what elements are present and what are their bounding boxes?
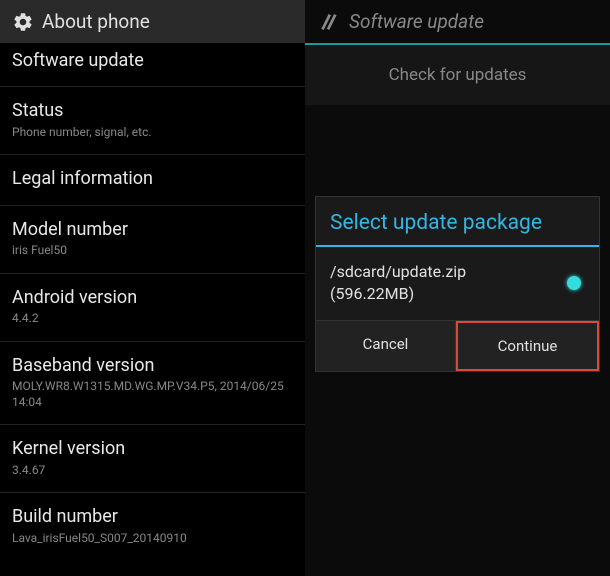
package-size: (596.22MB) — [330, 283, 466, 305]
dialog-body[interactable]: /sdcard/update.zip (596.22MB) — [316, 247, 599, 320]
item-model-number[interactable]: Model number iris Fuel50 — [0, 206, 305, 274]
item-title: Build number — [12, 505, 293, 528]
continue-label: Continue — [498, 337, 558, 355]
item-sub: 4.4.2 — [12, 311, 293, 327]
item-kernel-version[interactable]: Kernel version 3.4.67 — [0, 425, 305, 493]
item-title: Kernel version — [12, 437, 293, 460]
gear-icon — [12, 11, 34, 33]
item-build-number[interactable]: Build number Lava_irisFuel50_S007_201409… — [0, 493, 305, 560]
item-status[interactable]: Status Phone number, signal, etc. — [0, 87, 305, 155]
item-android-version[interactable]: Android version 4.4.2 — [0, 274, 305, 342]
about-phone-header: About phone — [0, 0, 305, 43]
item-title: Baseband version — [12, 354, 293, 377]
item-title: Model number — [12, 218, 293, 241]
item-software-update[interactable]: Software update — [0, 43, 305, 87]
cancel-button[interactable]: Cancel — [316, 321, 456, 371]
dialog-actions: Cancel Continue — [316, 320, 599, 371]
item-title: Status — [12, 99, 293, 122]
header-title: Software update — [349, 10, 484, 33]
continue-button[interactable]: Continue — [456, 321, 599, 371]
item-sub: 3.4.67 — [12, 463, 293, 479]
about-phone-panel: About phone Software update Status Phone… — [0, 0, 305, 576]
item-sub: iris Fuel50 — [12, 243, 293, 259]
package-info: /sdcard/update.zip (596.22MB) — [330, 261, 466, 306]
item-title: Android version — [12, 286, 293, 309]
check-button-label: Check for updates — [389, 65, 527, 85]
item-title: Legal information — [12, 167, 293, 190]
package-path: /sdcard/update.zip — [330, 261, 466, 283]
cancel-label: Cancel — [363, 335, 409, 353]
item-title: Software update — [12, 49, 293, 72]
item-baseband-version[interactable]: Baseband version MOLY.WR8.W1315.MD.WG.MP… — [0, 342, 305, 426]
item-sub: Phone number, signal, etc. — [12, 125, 293, 141]
item-legal[interactable]: Legal information — [0, 155, 305, 205]
dialog-title: Select update package — [316, 197, 599, 247]
item-sub: Lava_irisFuel50_S007_20140910 — [12, 531, 293, 547]
select-package-dialog: Select update package /sdcard/update.zip… — [315, 196, 600, 372]
item-sub: MOLY.WR8.W1315.MD.WG.MP.V34.P5, 2014/06/… — [12, 379, 293, 410]
software-update-header: Software update — [305, 0, 610, 45]
radio-selected-icon[interactable] — [567, 276, 581, 290]
software-update-panel: Software update Check for updates Select… — [305, 0, 610, 576]
check-updates-button[interactable]: Check for updates — [305, 45, 610, 105]
header-title: About phone — [42, 10, 150, 33]
pencil-icon — [317, 11, 339, 33]
